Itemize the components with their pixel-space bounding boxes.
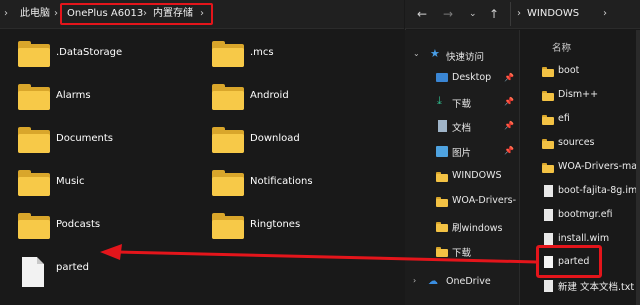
list-item[interactable]: boot [558, 65, 579, 76]
folder-name[interactable]: Music [56, 176, 84, 187]
file-icon [544, 280, 553, 292]
sidebar-item-documents[interactable]: 文档 [452, 120, 471, 134]
pin-icon[interactable]: 📌 [504, 121, 514, 130]
folder-icon[interactable] [18, 84, 50, 110]
list-item[interactable]: sources [558, 137, 595, 148]
folder-icon [436, 172, 448, 182]
list-item[interactable]: efi [558, 113, 570, 124]
document-icon [438, 120, 447, 132]
sidebar-item-downloads[interactable]: 下载 [452, 96, 471, 110]
folder-icon[interactable] [212, 41, 244, 67]
folder-icon[interactable] [18, 41, 50, 67]
file-icon [544, 233, 553, 245]
sidebar-item-woa-drivers[interactable]: WOA-Drivers- [452, 195, 516, 206]
sidebar-item-quick-access[interactable]: 快速访问 [446, 49, 484, 63]
folder-icon [542, 115, 554, 125]
folder-icon[interactable] [212, 84, 244, 110]
folder-icon [436, 197, 448, 207]
folder-icon [542, 67, 554, 77]
folder-icon[interactable] [18, 127, 50, 153]
chevron-right-icon[interactable]: › [517, 0, 521, 28]
folder-icon [542, 139, 554, 149]
file-icon[interactable] [22, 257, 44, 287]
folder-icon[interactable] [18, 213, 50, 239]
list-item[interactable]: 新建 文本文档.txt [558, 279, 640, 293]
folder-icon [436, 247, 448, 257]
folder-name[interactable]: Android [250, 90, 289, 101]
sidebar-item-windows[interactable]: WINDOWS [452, 170, 502, 181]
list-item[interactable]: bootmgr.efi [558, 209, 613, 220]
vertical-scrollbar[interactable] [636, 30, 640, 305]
folder-name[interactable]: Ringtones [250, 219, 300, 230]
sidebar-item-onedrive[interactable]: OneDrive [446, 276, 491, 287]
folder-name[interactable]: .mcs [250, 47, 274, 58]
pin-icon[interactable]: 📌 [504, 97, 514, 106]
right-address-bar[interactable]: › WINDOWS › [510, 2, 640, 26]
download-icon: ⤓ [437, 94, 442, 107]
picture-icon [436, 146, 448, 157]
chevron-down-icon[interactable]: ⌄ [413, 49, 420, 58]
folder-name[interactable]: Documents [56, 133, 113, 144]
sidebar-item-downloads-folder[interactable]: 下载 [452, 245, 471, 259]
sidebar-item-pictures[interactable]: 图片 [452, 145, 471, 159]
list-item[interactable]: Dism++ [558, 89, 598, 100]
file-name[interactable]: parted [56, 262, 89, 273]
arrow-left-icon[interactable]: ← [417, 0, 427, 28]
folder-icon[interactable] [212, 213, 244, 239]
desktop-icon [436, 73, 448, 82]
column-header-name[interactable]: 名称 [552, 40, 571, 54]
path-highlight-box [60, 3, 213, 25]
chevron-right-icon[interactable]: › [603, 0, 607, 28]
folder-icon[interactable] [18, 170, 50, 196]
folder-icon [436, 222, 448, 232]
chevron-down-icon[interactable]: ⌄ [469, 0, 477, 28]
list-item[interactable]: boot-fajita-8g.img [558, 185, 640, 196]
sidebar-item-flash-windows[interactable]: 刷windows [452, 220, 503, 234]
pin-icon[interactable]: 📌 [504, 146, 514, 155]
folder-icon [542, 163, 554, 173]
folder-name[interactable]: .DataStorage [56, 47, 122, 58]
sidebar-item-desktop[interactable]: Desktop [452, 72, 491, 83]
list-item[interactable]: install.wim [558, 233, 609, 244]
chevron-right-icon[interactable]: › [413, 276, 416, 285]
breadcrumb-windows[interactable]: WINDOWS [527, 0, 579, 28]
list-item[interactable]: WOA-Drivers-main [558, 161, 640, 172]
file-icon [544, 209, 553, 221]
pin-icon[interactable]: 📌 [504, 73, 514, 82]
folder-icon[interactable] [212, 170, 244, 196]
folder-name[interactable]: Alarms [56, 90, 91, 101]
file-icon [544, 185, 553, 197]
folder-name[interactable]: Notifications [250, 176, 313, 187]
breadcrumb-this-pc[interactable]: 此电脑 [20, 0, 50, 28]
left-explorer-window [0, 0, 404, 305]
cloud-icon: ☁ [428, 276, 438, 287]
folder-icon[interactable] [212, 127, 244, 153]
chevron-right-icon[interactable]: › [4, 0, 8, 28]
arrow-up-icon[interactable]: ↑ [489, 0, 499, 28]
chevron-right-icon[interactable]: › [54, 0, 58, 28]
folder-name[interactable]: Download [250, 133, 300, 144]
folder-icon [542, 91, 554, 101]
folder-name[interactable]: Podcasts [56, 219, 100, 230]
arrow-right-icon[interactable]: → [443, 0, 453, 28]
parted-highlight-box [536, 245, 602, 278]
star-icon: ★ [430, 47, 440, 60]
